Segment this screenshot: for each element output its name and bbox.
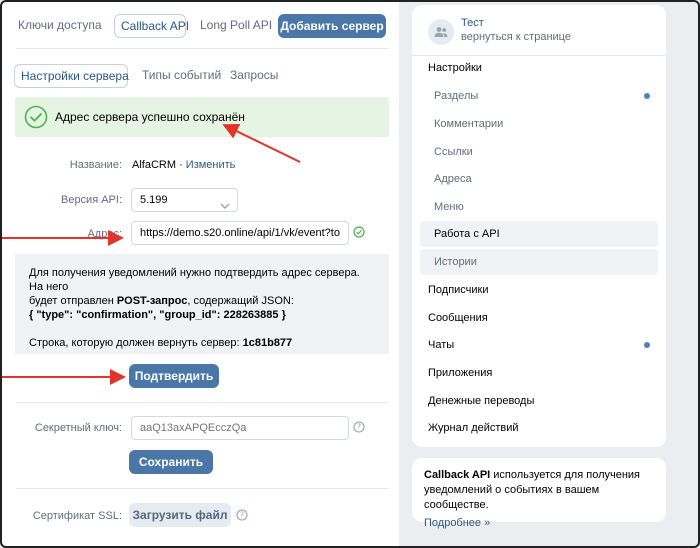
name-value: AlfaCRM — [132, 159, 177, 171]
tab-server-settings[interactable]: Настройки сервера — [14, 64, 129, 88]
svg-text:?: ? — [357, 423, 361, 432]
header-divider — [16, 48, 388, 49]
tab-long-poll-api[interactable]: Long Poll API — [194, 14, 278, 38]
api-version-select[interactable]: 5.199 — [131, 188, 238, 212]
add-server-button[interactable]: Добавить сервер — [278, 14, 386, 38]
notification-dot — [644, 93, 650, 99]
sidebar-item-api[interactable]: Работа с API — [420, 221, 658, 247]
tab-event-types[interactable]: Типы событий — [136, 64, 227, 88]
save-button[interactable]: Сохранить — [129, 450, 213, 474]
note-return-string: Строка, которую должен вернуть сервер: 1… — [29, 337, 293, 349]
success-message: Адрес сервера успешно сохранён — [55, 110, 245, 124]
note-json: { "type": "confirmation", "group_id": 22… — [29, 309, 286, 321]
tab-access-keys[interactable]: Ключи доступа — [12, 14, 108, 38]
check-circle-icon — [24, 105, 48, 132]
api-version-label: Версия API: — [60, 194, 122, 206]
tab-requests[interactable]: Запросы — [224, 64, 284, 88]
settings-sidebar: Тест вернуться к странице Настройки Разд… — [412, 5, 666, 447]
check-status-icon — [353, 226, 365, 241]
note-line-2: будет отправлен POST-запрос, содержащий … — [29, 295, 294, 307]
section-divider-1 — [16, 402, 388, 403]
sidebar-item-links[interactable]: Ссылки — [420, 139, 658, 165]
edit-name-link[interactable]: Изменить — [186, 159, 236, 171]
sidebar-item-menu[interactable]: Меню — [420, 194, 658, 220]
callback-info-panel: Callback API используется для получения … — [412, 458, 666, 529]
secret-key-input[interactable] — [131, 416, 349, 440]
sidebar-item-comments[interactable]: Комментарии — [420, 111, 658, 137]
confirm-button[interactable]: Подтвердить — [129, 364, 219, 388]
sidebar-item-messages[interactable]: Сообщения — [420, 305, 658, 331]
sidebar-item-stories[interactable]: Истории — [420, 249, 658, 275]
info-text: Callback API используется для получения … — [424, 469, 641, 511]
section-divider-2 — [16, 488, 388, 489]
main-content: Ключи доступа Callback API Long Poll API… — [2, 2, 399, 546]
sidebar-item-subscribers[interactable]: Подписчики — [420, 277, 658, 303]
success-banner: Адрес сервера успешно сохранён — [15, 97, 389, 137]
sidebar-item-chats[interactable]: Чаты — [420, 332, 658, 358]
sidebar-item-action-log[interactable]: Журнал действий — [420, 415, 658, 441]
more-info-link[interactable]: Подробнее » — [424, 516, 654, 531]
tab-callback-api[interactable]: Callback API — [114, 14, 189, 38]
ssl-label: Сертификат SSL: — [32, 510, 122, 522]
svg-text:?: ? — [240, 511, 244, 520]
sidebar-item-apps[interactable]: Приложения — [420, 360, 658, 386]
chevron-down-icon — [220, 196, 230, 218]
sidebar-item-settings[interactable]: Настройки — [420, 55, 658, 81]
ssl-help-icon[interactable]: ? — [236, 509, 248, 524]
api-version-value: 5.199 — [140, 194, 168, 206]
group-name[interactable]: Тест — [461, 17, 484, 29]
help-icon[interactable]: ? — [353, 421, 365, 436]
back-to-page-link[interactable]: вернуться к странице — [461, 31, 571, 43]
address-label: Адрес: — [87, 228, 122, 240]
sidebar-item-money-transfers[interactable]: Денежные переводы — [420, 388, 658, 414]
group-avatar — [428, 19, 454, 45]
name-separator: · — [176, 159, 186, 171]
note-line-1: Для получения уведомлений нужно подтверд… — [29, 267, 360, 293]
notification-dot — [644, 342, 650, 348]
name-label: Название: — [69, 159, 122, 171]
secret-key-label: Секретный ключ: — [34, 422, 122, 434]
upload-file-button[interactable]: Загрузить файл — [129, 503, 231, 527]
users-icon — [434, 27, 448, 37]
name-value-row: AlfaCRM · Изменить — [132, 159, 235, 171]
sidebar-item-sections[interactable]: Разделы — [420, 83, 658, 109]
sidebar-item-addresses[interactable]: Адреса — [420, 166, 658, 192]
address-input[interactable] — [131, 221, 349, 245]
confirmation-note: Для получения уведомлений нужно подтверд… — [15, 254, 389, 354]
